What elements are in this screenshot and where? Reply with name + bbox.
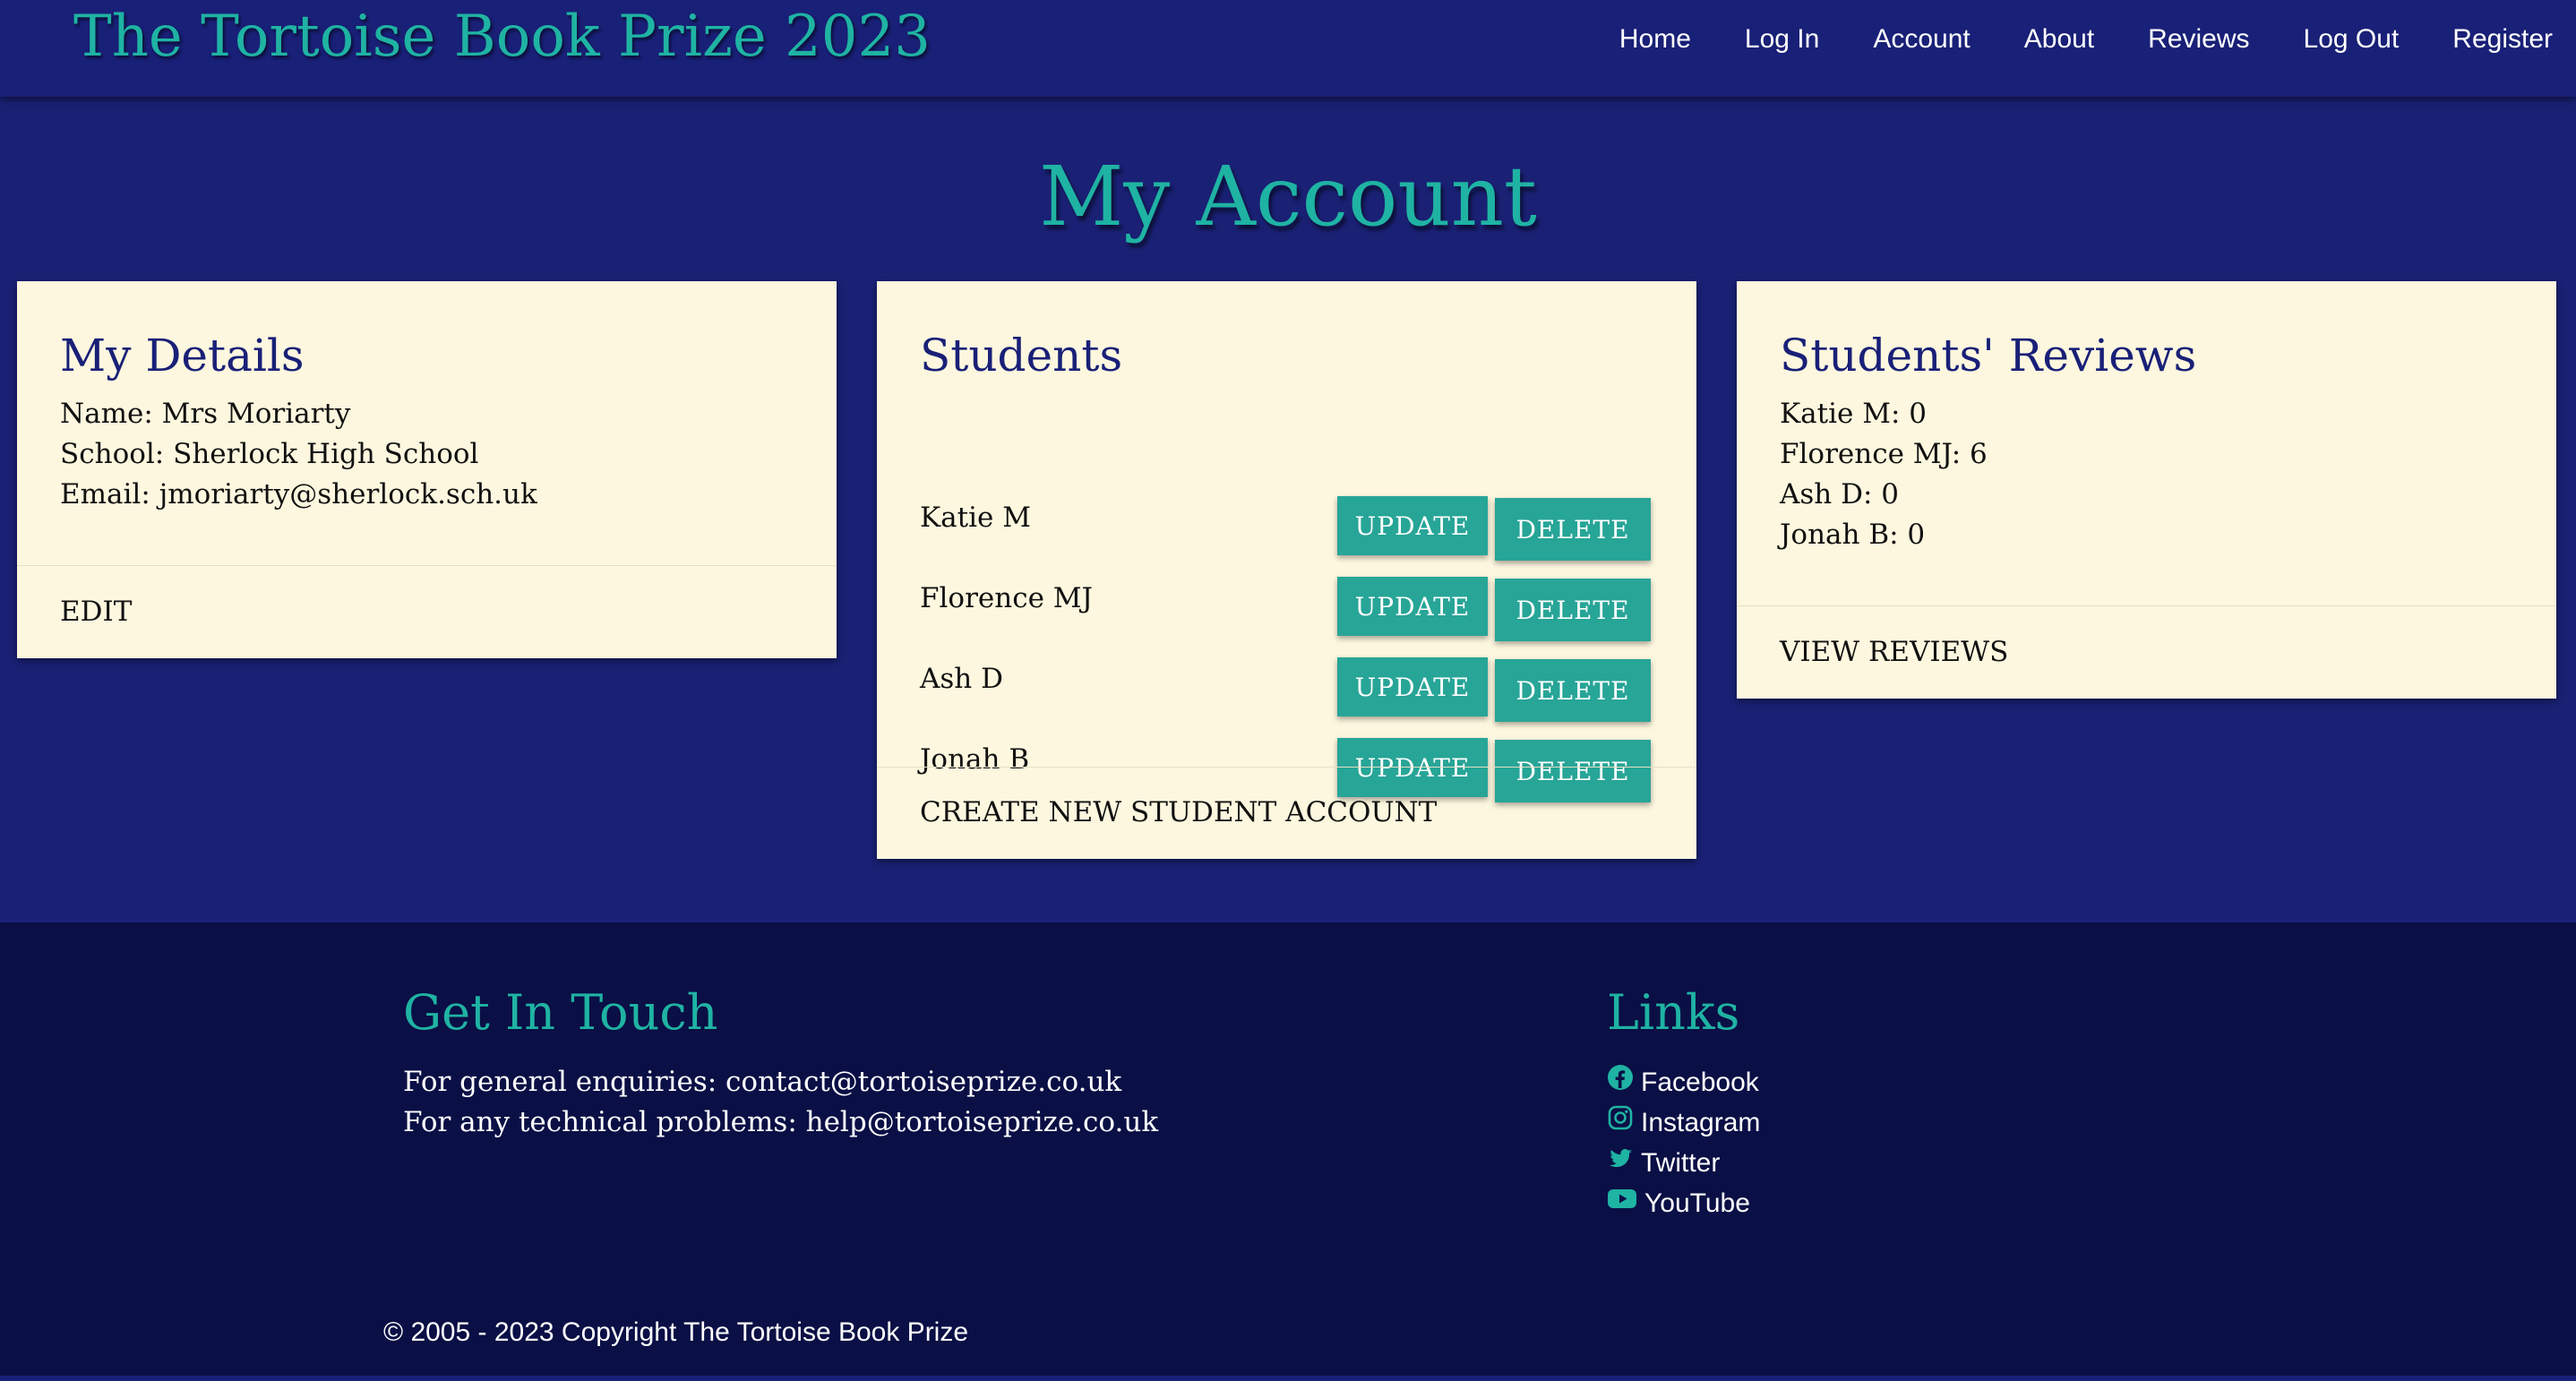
nav-register-link[interactable]: Register xyxy=(2452,20,2553,59)
delete-student-button[interactable]: DELETE xyxy=(1495,579,1651,641)
update-student-button[interactable]: UPDATE xyxy=(1337,496,1488,555)
twitter-link[interactable]: Twitter xyxy=(1641,1143,1720,1183)
youtube-link[interactable]: YouTube xyxy=(1644,1183,1750,1223)
students-card: Students Katie M UPDATE DELETE Florence … xyxy=(877,281,1696,859)
student-row: Ash D UPDATE DELETE xyxy=(877,657,1696,731)
facebook-link[interactable]: Facebook xyxy=(1641,1062,1759,1102)
student-name: Ash D xyxy=(920,663,1003,695)
youtube-icon xyxy=(1607,1183,1644,1223)
card-title: Students' Reviews xyxy=(1780,330,2197,382)
nav-account-link[interactable]: Account xyxy=(1873,20,1970,59)
instagram-icon xyxy=(1607,1102,1641,1143)
delete-student-button[interactable]: DELETE xyxy=(1495,498,1651,561)
student-name: Katie M xyxy=(920,502,1031,534)
nav-reviews-link[interactable]: Reviews xyxy=(2148,20,2249,59)
delete-student-button[interactable]: DELETE xyxy=(1495,740,1651,802)
name-text: Name: Mrs Moriarty xyxy=(60,398,351,430)
student-name: Florence MJ xyxy=(920,582,1093,614)
top-navbar: The Tortoise Book Prize 2023 Home Log In… xyxy=(0,0,2576,97)
create-student-account-link[interactable]: CREATE NEW STUDENT ACCOUNT xyxy=(920,793,1437,832)
page-title: My Account xyxy=(1039,149,1537,244)
site-brand[interactable]: The Tortoise Book Prize 2023 xyxy=(73,2,931,72)
student-name: Jonah B xyxy=(920,743,1030,776)
nav-logout-link[interactable]: Log Out xyxy=(2304,20,2400,59)
edit-details-link[interactable]: EDIT xyxy=(60,592,132,631)
details-lines: Name: Mrs Moriarty School: Sherlock High… xyxy=(60,394,537,515)
social-link-facebook[interactable]: Facebook xyxy=(1607,1062,1760,1102)
card-divider xyxy=(877,767,1696,768)
card-divider xyxy=(1737,605,2556,606)
nav-about-link[interactable]: About xyxy=(2024,20,2094,59)
review-count-item: Katie M: 0 xyxy=(1780,398,1927,430)
facebook-icon xyxy=(1607,1062,1641,1102)
update-student-button[interactable]: UPDATE xyxy=(1337,577,1488,636)
social-links: Facebook Instagram Twitter YouTube xyxy=(1607,1062,1760,1223)
email-text: Email: jmoriarty@sherlock.sch.uk xyxy=(60,478,537,510)
site-footer: Get In Touch For general enquiries: cont… xyxy=(0,922,2576,1381)
instagram-link[interactable]: Instagram xyxy=(1641,1102,1760,1143)
technical-problems-text: For any technical problems: help@tortois… xyxy=(403,1106,1159,1138)
review-count-item: Ash D: 0 xyxy=(1780,478,1899,510)
social-link-instagram[interactable]: Instagram xyxy=(1607,1102,1760,1143)
card-divider xyxy=(17,565,837,566)
update-student-button[interactable]: UPDATE xyxy=(1337,657,1488,716)
nav-home-link[interactable]: Home xyxy=(1619,20,1691,59)
card-title: Students xyxy=(920,330,1123,382)
delete-student-button[interactable]: DELETE xyxy=(1495,659,1651,722)
copyright-text: © 2005 - 2023 Copyright The Tortoise Boo… xyxy=(383,1317,969,1347)
review-count-item: Jonah B: 0 xyxy=(1780,519,1926,551)
social-link-youtube[interactable]: YouTube xyxy=(1607,1183,1760,1223)
school-text: School: Sherlock High School xyxy=(60,438,479,470)
links-heading: Links xyxy=(1607,984,1740,1041)
students-reviews-card: Students' Reviews Katie M: 0 Florence MJ… xyxy=(1737,281,2556,699)
student-row: UPDATE DELETE xyxy=(877,401,1696,561)
bottom-strip xyxy=(0,1376,2576,1381)
general-enquiries-text: For general enquiries: contact@tortoisep… xyxy=(403,1066,1122,1098)
review-count-item: Florence MJ: 6 xyxy=(1780,438,1988,470)
nav-menu: Home Log In Account About Reviews Log Ou… xyxy=(1566,20,2553,59)
nav-login-link[interactable]: Log In xyxy=(1745,20,1819,59)
update-student-button[interactable]: UPDATE xyxy=(1337,738,1488,797)
review-counts: Katie M: 0 Florence MJ: 6 Ash D: 0 Jonah… xyxy=(1780,394,1988,555)
twitter-icon xyxy=(1607,1143,1641,1183)
contact-heading: Get In Touch xyxy=(403,984,718,1041)
card-title: My Details xyxy=(60,330,305,382)
social-link-twitter[interactable]: Twitter xyxy=(1607,1143,1760,1183)
student-row: Florence MJ UPDATE DELETE xyxy=(877,577,1696,650)
my-details-card: My Details Name: Mrs Moriarty School: Sh… xyxy=(17,281,837,658)
main-content: My Account My Details Name: Mrs Moriarty… xyxy=(0,97,2576,922)
view-reviews-link[interactable]: VIEW REVIEWS xyxy=(1780,632,2008,672)
contact-info: For general enquiries: contact@tortoisep… xyxy=(403,1062,1158,1143)
